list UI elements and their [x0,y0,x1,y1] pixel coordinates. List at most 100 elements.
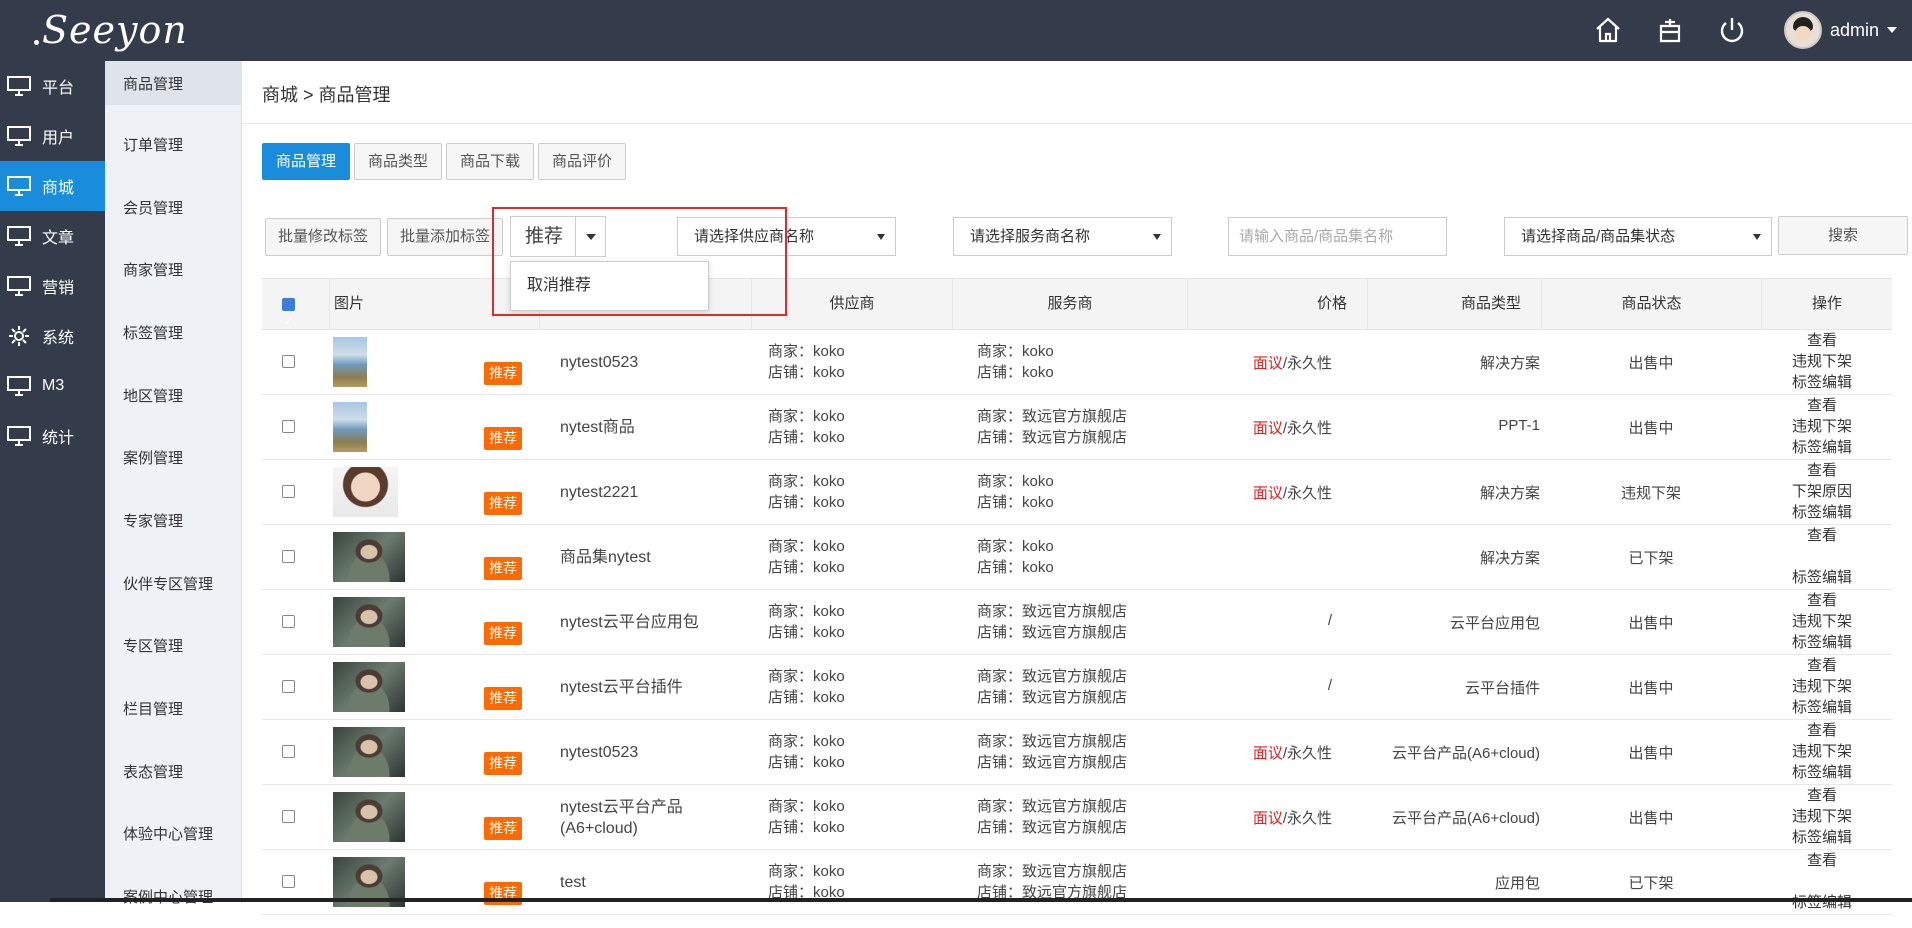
secondary-action-link[interactable]: 违规下架 [1762,611,1882,632]
product-thumbnail[interactable] [333,662,405,712]
row-checkbox[interactable] [282,355,295,368]
edit-tags-link[interactable]: 标签编辑 [1762,762,1882,783]
edit-tags-link[interactable]: 标签编辑 [1762,502,1882,523]
row-checkbox[interactable] [282,745,295,758]
header-service: 服务商 [953,279,1188,329]
service-info: 商家：致远官方旗舰店 店铺：致远官方旗舰店 [977,668,1128,706]
row-checkbox[interactable] [282,810,295,823]
view-link[interactable]: 查看 [1762,460,1882,481]
view-link[interactable]: 查看 [1762,525,1882,546]
product-thumbnail[interactable] [333,532,405,582]
row-checkbox[interactable] [282,420,295,433]
secondary-action-link[interactable] [1762,546,1882,567]
product-thumbnail[interactable] [333,467,398,517]
table-row: 推荐 nytest0523 商家：koko 店铺：koko 商家：koko 店铺：koko… [262,330,1892,395]
row-checkbox[interactable] [282,875,295,888]
product-thumbnail[interactable] [333,337,367,387]
product-type: 应用包 [1494,875,1540,892]
horizontal-scrollbar[interactable] [50,898,1912,902]
view-link[interactable]: 查看 [1762,395,1882,416]
nav-item-4[interactable]: 营销 [0,261,105,311]
secondary-action-link[interactable]: 下架原因 [1762,481,1882,502]
subnav-item-2[interactable]: 会员管理 [105,176,241,239]
view-link[interactable]: 查看 [1762,590,1882,611]
secondary-action-link[interactable]: 违规下架 [1762,676,1882,697]
subnav-item-9[interactable]: 专区管理 [105,615,241,678]
edit-tags-link[interactable]: 标签编辑 [1762,437,1882,458]
secondary-action-link[interactable]: 违规下架 [1762,351,1882,372]
subnav-item-4[interactable]: 标签管理 [105,301,241,364]
supplier-select[interactable]: 请选择供应商名称 [677,217,896,256]
row-actions: 查看 违规下架 标签编辑 [1762,655,1882,718]
nav-item-0[interactable]: 平台 [0,61,105,111]
subnav-item-13[interactable]: 案例中心管理 [105,865,241,928]
tab-product-management[interactable]: 商品管理 [262,143,351,180]
subnav-item-0[interactable]: 商品管理 [105,61,241,105]
view-link[interactable]: 查看 [1762,785,1882,806]
header-select-all[interactable] [262,279,330,347]
gift-icon[interactable] [1654,14,1686,46]
home-icon[interactable] [1592,14,1624,46]
recommend-select[interactable]: 推荐 [510,216,606,257]
power-icon[interactable] [1716,14,1748,46]
status-select[interactable]: 请选择商品/商品集状态 [1504,217,1772,256]
nav-item-2[interactable]: 商城 [0,161,105,211]
nav-item-6[interactable]: M3 [0,361,105,411]
subnav-item-8[interactable]: 伙伴专区管理 [105,552,241,615]
view-link[interactable]: 查看 [1762,850,1882,871]
service-info: 商家：致远官方旗舰店 店铺：致远官方旗舰店 [977,798,1128,836]
table-body: 推荐 nytest0523 商家：koko 店铺：koko 商家：koko 店铺：koko… [262,330,1892,915]
secondary-action-link[interactable]: 违规下架 [1762,741,1882,762]
service-select[interactable]: 请选择服务商名称 [953,217,1172,256]
secondary-action-link[interactable] [1762,871,1882,892]
product-type: 云平台产品(A6+cloud) [1392,745,1540,762]
product-thumbnail[interactable] [333,727,405,777]
edit-tags-link[interactable]: 标签编辑 [1762,892,1882,913]
user-menu[interactable]: admin [1784,10,1898,50]
subnav-item-7[interactable]: 专家管理 [105,489,241,552]
search-button[interactable]: 搜索 [1778,216,1908,255]
view-link[interactable]: 查看 [1762,720,1882,741]
table-row: 推荐 test 商家：koko 店铺：koko 商家：致远官方旗舰店 店铺：致远官方旗舰店… [262,850,1892,915]
subnav-item-1[interactable]: 订单管理 [105,113,241,176]
row-checkbox[interactable] [282,615,295,628]
product-thumbnail[interactable] [333,597,405,647]
nav-item-1[interactable]: 用户 [0,111,105,161]
nav-item-5[interactable]: 系统 [0,311,105,361]
header-type: 商品类型 [1368,279,1542,329]
product-thumbnail[interactable] [333,792,405,842]
subnav-item-6[interactable]: 案例管理 [105,426,241,489]
select-all-checkbox[interactable] [282,297,295,347]
secondary-action-link[interactable]: 违规下架 [1762,806,1882,827]
view-link[interactable]: 查看 [1762,655,1882,676]
monitor-icon [7,276,31,296]
recommend-option-cancel[interactable]: 取消推荐 [510,261,709,311]
subnav-item-12[interactable]: 体验中心管理 [105,803,241,866]
nav-item-3[interactable]: 文章 [0,211,105,261]
subnav-item-5[interactable]: 地区管理 [105,364,241,427]
row-checkbox[interactable] [282,680,295,693]
batch-add-tags-button[interactable]: 批量添加标签 [387,218,504,256]
batch-edit-tags-button[interactable]: 批量修改标签 [265,218,382,256]
edit-tags-link[interactable]: 标签编辑 [1762,372,1882,393]
edit-tags-link[interactable]: 标签编辑 [1762,567,1882,588]
subnav-item-10[interactable]: 栏目管理 [105,677,241,740]
nav-item-7[interactable]: 统计 [0,411,105,461]
product-thumbnail[interactable] [333,402,367,452]
edit-tags-link[interactable]: 标签编辑 [1762,697,1882,718]
tab-product-type[interactable]: 商品类型 [354,143,443,180]
edit-tags-link[interactable]: 标签编辑 [1762,827,1882,848]
secondary-action-link[interactable]: 违规下架 [1762,416,1882,437]
edit-tags-link[interactable]: 标签编辑 [1762,632,1882,653]
subnav-item-3[interactable]: 商家管理 [105,238,241,301]
view-link[interactable]: 查看 [1762,330,1882,351]
subnav-item-11[interactable]: 表态管理 [105,740,241,803]
row-checkbox[interactable] [282,485,295,498]
tab-product-review[interactable]: 商品评价 [538,143,627,180]
recommend-select-toggle[interactable] [575,217,605,256]
monitor-icon [7,126,31,146]
row-checkbox[interactable] [282,550,295,563]
product-search-input[interactable] [1228,217,1447,256]
tab-product-download[interactable]: 商品下载 [446,143,535,180]
seeyon-logo[interactable]: Seeyon [30,8,188,52]
